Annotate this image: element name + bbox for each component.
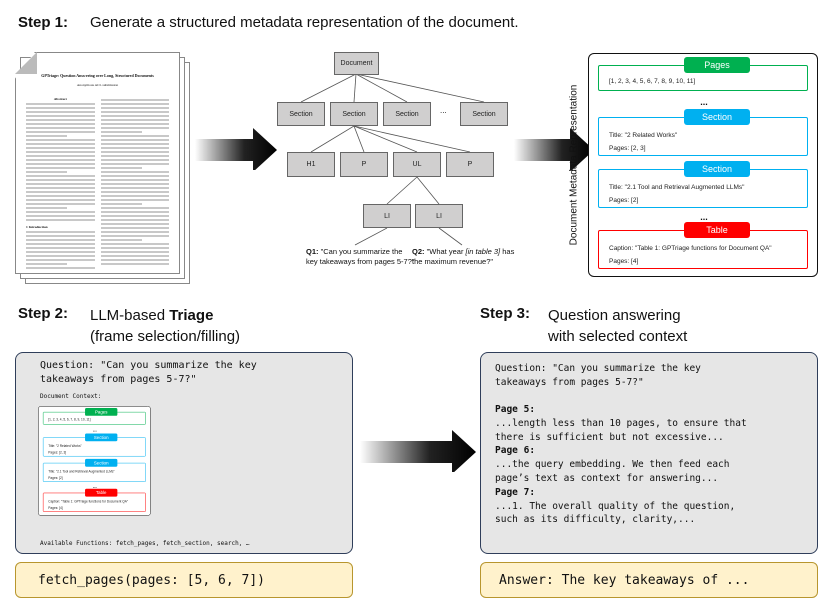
tree-node-section: Section — [330, 102, 378, 126]
tree-node-h1: H1 — [287, 152, 335, 177]
triage-functions: Available Functions: fetch_pages, fetch_… — [40, 540, 250, 547]
answering-pages: Page 5: ...length less than 10 pages, to … — [495, 403, 747, 527]
meta-ellipsis: ... — [700, 97, 708, 107]
tree-node-ul: UL — [393, 152, 441, 177]
answering-box: Question: "Can you summarize the key take… — [480, 352, 818, 554]
meta-section-tag: Section — [684, 161, 750, 177]
page-excerpt: ...the query embedding. We then feed eac… — [495, 459, 730, 471]
step2-label: Step 2: — [18, 305, 69, 322]
metadata-vertical-label: Document Metadata Representation — [568, 84, 580, 246]
answer-box: Answer: The key takeaways of ... — [480, 562, 818, 598]
page-excerpt: such as its difficulty, clarity,... — [495, 514, 696, 526]
meta-pages-tag: Pages — [684, 57, 750, 73]
function-call-box: fetch_pages(pages: [5, 6, 7]) — [15, 562, 353, 598]
page-label: Page 5: — [495, 404, 536, 415]
page-label: Page 7: — [495, 486, 536, 498]
meta-table-tag: Table — [85, 488, 118, 497]
page-excerpt: page’s text as context for answering... — [495, 472, 719, 484]
tree-ellipsis: ... — [440, 106, 447, 115]
answering-question: Question: "Can you summarize the key take… — [495, 363, 701, 388]
step3-text: Question answering with selected context — [548, 307, 688, 345]
meta-pages-tag: Pages — [85, 407, 118, 416]
tree-node-p: P — [340, 152, 388, 177]
page-excerpt: there is sufficient but not excessive... — [495, 431, 724, 443]
question-q2: Q2: "What year [in table 3] has the maxi… — [412, 247, 515, 266]
tree-node-section: Section — [277, 102, 325, 126]
meta-section-tag: Section — [85, 433, 118, 442]
metadata-panel-mini: [1, 2, 3, 4, 5, 6, 7, 8, 9, 10, 11] Page… — [38, 406, 151, 516]
question-q1: Q1: "Can you summarize the key takeaways… — [306, 247, 415, 266]
triage-box: Question: "Can you summarize the key take… — [15, 352, 353, 554]
meta-table-tag: Table — [684, 222, 750, 238]
tree-node-document: Document — [334, 52, 379, 75]
tree-node-li: LI — [415, 204, 463, 228]
meta-ellipsis: ... — [92, 427, 97, 433]
metadata-panel: [1, 2, 3, 4, 5, 6, 7, 8, 9, 10, 11] Page… — [588, 53, 818, 277]
page-excerpt: ...1. The overall quality of the questio… — [495, 500, 736, 512]
tree-node-li: LI — [363, 204, 411, 228]
arrow-right-icon — [360, 430, 476, 472]
tree-node-p: P — [446, 152, 494, 177]
tree-node-section: Section — [460, 102, 508, 126]
meta-section-tag: Section — [684, 109, 750, 125]
step3-label: Step 3: — [480, 305, 531, 322]
meta-ellipsis: ... — [92, 483, 97, 489]
meta-section-tag: Section — [85, 458, 118, 467]
page-excerpt: ...length less than 10 pages, to ensure … — [495, 417, 747, 429]
triage-question: Question: "Can you summarize the key take… — [40, 360, 257, 385]
page-label: Page 6: — [495, 445, 536, 457]
meta-ellipsis: ... — [700, 212, 708, 222]
triage-context-label: Document Context: — [40, 393, 102, 400]
tree-node-section: Section — [383, 102, 431, 126]
step2-text: LLM-based Triage (frame selection/filling… — [90, 307, 241, 345]
